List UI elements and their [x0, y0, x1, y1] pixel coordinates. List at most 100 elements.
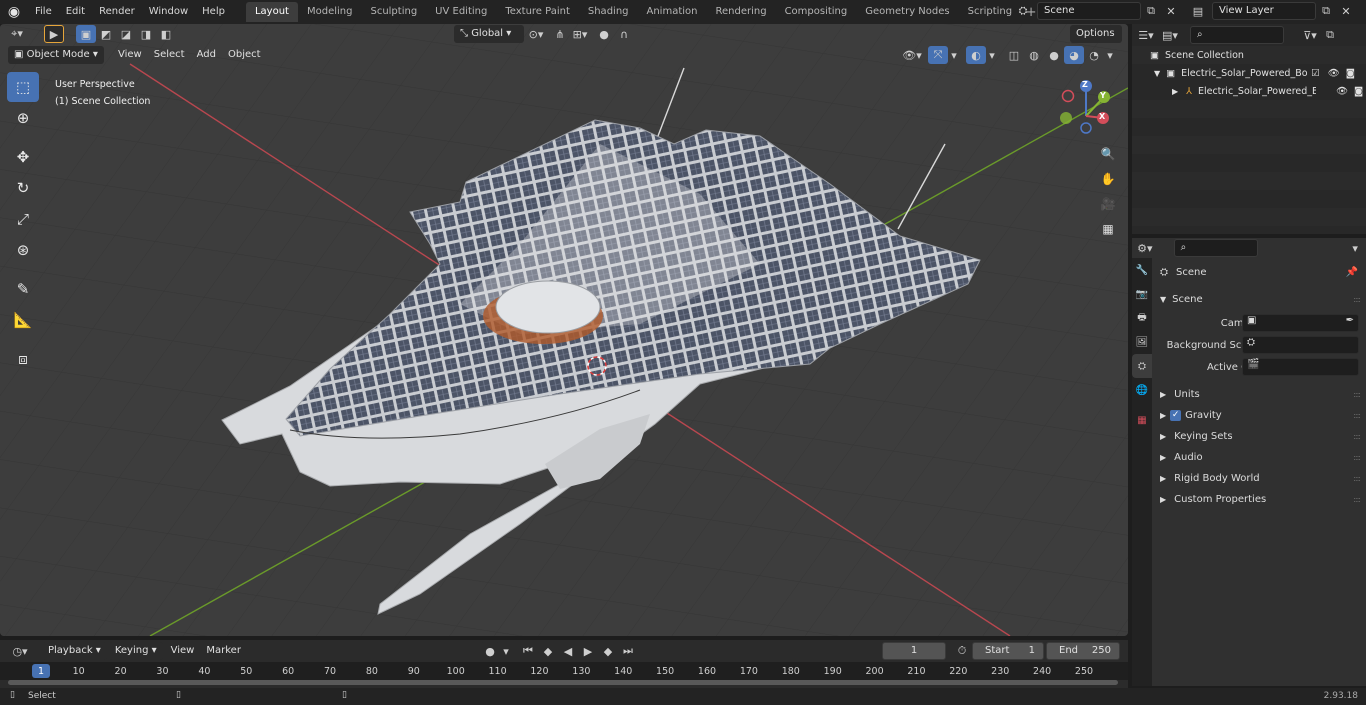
include-checkbox-icon[interactable]: ☑	[1311, 68, 1320, 79]
expand-arrow-icon[interactable]: ▶	[1172, 87, 1178, 96]
display-mode-icon[interactable]: ▤▾	[1160, 26, 1180, 44]
gizmo-z-label[interactable]: Z	[1082, 80, 1088, 89]
move-tool-icon[interactable]: ✥	[7, 142, 39, 172]
tab-rendering[interactable]: Rendering	[706, 2, 775, 22]
drag-handle-icon[interactable]: ::::	[1353, 411, 1361, 420]
pivot-point-icon[interactable]: ⊙▾	[526, 25, 546, 43]
playback-menu[interactable]: Playback ▾	[42, 642, 107, 660]
outliner-row-boat-object[interactable]: ▶ ⅄ Electric_Solar_Powered_E 👁 ◙	[1132, 82, 1366, 100]
proportional-editing-icon[interactable]: ●	[594, 25, 614, 43]
view-layer-field[interactable]: View Layer	[1212, 2, 1316, 20]
add-cube-tool-icon[interactable]: ⧈	[7, 344, 39, 374]
tab-world-icon[interactable]: 🌐	[1132, 378, 1152, 402]
keying-sets-panel-header[interactable]: ▶ Keying Sets ::::	[1154, 426, 1364, 446]
object-render-camera-icon[interactable]: ◙	[1354, 86, 1363, 97]
gravity-panel-header[interactable]: ▶ ✓ Gravity ::::	[1154, 405, 1364, 425]
menu-window[interactable]: Window	[142, 2, 195, 22]
prev-keyframe-icon[interactable]: ◆	[538, 642, 558, 660]
transform-orientation-dropdown[interactable]: ⤡ Global ▾	[454, 25, 524, 43]
selection-new-icon[interactable]: ▣	[76, 25, 96, 43]
outliner-search-input[interactable]: ⌕	[1190, 26, 1284, 44]
scale-tool-icon[interactable]: ⤢	[7, 204, 39, 234]
scene-name-field[interactable]: Scene	[1037, 2, 1141, 20]
menu-edit[interactable]: Edit	[59, 2, 92, 22]
record-keyframe-icon[interactable]: ●	[480, 642, 500, 660]
timeline-menu-marker[interactable]: Marker	[200, 642, 247, 660]
timeline-scrollbar[interactable]	[8, 680, 1118, 685]
selection-subtract-icon[interactable]: ◪	[116, 25, 136, 43]
custom-properties-panel-header[interactable]: ▶ Custom Properties ::::	[1154, 489, 1364, 509]
play-icon[interactable]: ▶	[578, 642, 598, 660]
new-collection-icon[interactable]: ⧉	[1320, 26, 1340, 44]
end-frame-field[interactable]: End 250	[1046, 642, 1120, 660]
camera-view-icon[interactable]: 🎥	[1096, 192, 1120, 216]
selection-extend-icon[interactable]: ◩	[96, 25, 116, 43]
stopwatch-icon[interactable]: ⏱	[952, 642, 972, 660]
current-frame-field[interactable]: 1	[882, 642, 946, 660]
camera-field[interactable]: ▣ ✒	[1242, 314, 1359, 332]
drag-handle-icon[interactable]: ::::	[1353, 474, 1361, 483]
tab-compositing[interactable]: Compositing	[776, 2, 857, 22]
gizmo-x-label[interactable]: X	[1099, 112, 1105, 121]
auto-keying-dropdown-icon[interactable]: ▾	[500, 642, 512, 660]
shading-material-icon[interactable]: ◕	[1064, 46, 1084, 64]
pin-icon[interactable]: 📌	[1346, 267, 1358, 278]
tab-animation[interactable]: Animation	[638, 2, 707, 22]
play-reverse-icon[interactable]: ◀	[558, 642, 578, 660]
selection-intersect-icon[interactable]: ◧	[156, 25, 176, 43]
menu-file[interactable]: File	[28, 2, 59, 22]
overlays-icon[interactable]: ◐	[966, 46, 986, 64]
tab-output-icon[interactable]: 🖶	[1132, 306, 1152, 330]
expand-chevron-icon[interactable]: ▼	[1154, 69, 1160, 78]
overlays-dropdown-icon[interactable]: ▾	[986, 46, 998, 64]
drag-handle-icon[interactable]: ::::	[1353, 432, 1361, 441]
new-scene-icon[interactable]: ⧉	[1141, 2, 1161, 20]
outliner-row-scene-collection[interactable]: ▣ Scene Collection	[1132, 46, 1366, 64]
menu-render[interactable]: Render	[92, 2, 142, 22]
shading-rendered-icon[interactable]: ◔	[1084, 46, 1104, 64]
properties-options-icon[interactable]: ▾	[1346, 239, 1364, 257]
tab-texture-paint[interactable]: Texture Paint	[496, 2, 579, 22]
shading-solid-icon[interactable]: ●	[1044, 46, 1064, 64]
viewport-menu-select[interactable]: Select	[148, 46, 191, 64]
zoom-icon[interactable]: 🔍	[1096, 142, 1120, 166]
tab-scene-icon[interactable]: ⛭	[1132, 354, 1152, 378]
rigid-body-world-panel-header[interactable]: ▶ Rigid Body World ::::	[1154, 468, 1364, 488]
cursor-tool-icon[interactable]: ⊕	[7, 103, 39, 133]
gravity-checkbox[interactable]: ✓	[1170, 409, 1182, 421]
units-panel-header[interactable]: ▶ Units ::::	[1154, 384, 1364, 404]
viewport-menu-object[interactable]: Object	[222, 46, 267, 64]
properties-editor-type-icon[interactable]: ⚙▾	[1136, 239, 1154, 257]
audio-panel-header[interactable]: ▶ Audio ::::	[1154, 447, 1364, 467]
delete-scene-icon[interactable]: ✕	[1161, 2, 1181, 20]
next-keyframe-icon[interactable]: ◆	[598, 642, 618, 660]
timeline-menu-view[interactable]: View	[165, 642, 201, 660]
options-dropdown[interactable]: Options ▾	[1070, 25, 1122, 57]
proportional-falloff-icon[interactable]: ∩	[614, 25, 634, 43]
timeline-editor-type-icon[interactable]: ◷▾	[6, 642, 34, 660]
select-mode-box-icon[interactable]: ▶	[44, 25, 64, 43]
jump-start-icon[interactable]: ⏮	[518, 642, 538, 660]
measure-tool-icon[interactable]: 📐	[7, 305, 39, 335]
tab-view-layer-icon[interactable]: 🖼	[1132, 330, 1152, 354]
tab-shading[interactable]: Shading	[579, 2, 638, 22]
object-mode-dropdown[interactable]: ▣ Object Mode ▾	[8, 46, 104, 64]
drag-handle-icon[interactable]: ::::	[1353, 390, 1361, 399]
keying-menu[interactable]: Keying ▾	[108, 642, 163, 660]
snap-icon[interactable]: ⋔	[550, 25, 570, 43]
filter-icon[interactable]: ⊽▾	[1300, 26, 1320, 44]
drag-handle-icon[interactable]: ::::	[1353, 295, 1361, 304]
eyedropper-icon[interactable]: ✒	[1346, 315, 1354, 326]
start-frame-field[interactable]: Start 1	[972, 642, 1044, 660]
delete-view-layer-icon[interactable]: ✕	[1336, 2, 1356, 20]
gizmo-y-label[interactable]: Y	[1100, 91, 1106, 100]
tab-texture-icon[interactable]: ▦	[1132, 408, 1152, 432]
outliner-editor-type-icon[interactable]: ☰▾	[1136, 26, 1156, 44]
active-clip-field[interactable]: 🎬	[1242, 358, 1359, 376]
tab-uv-editing[interactable]: UV Editing	[426, 2, 496, 22]
snap-target-icon[interactable]: ⊞▾	[570, 25, 590, 43]
jump-end-icon[interactable]: ⏭	[618, 642, 638, 660]
selection-invert-icon[interactable]: ◨	[136, 25, 156, 43]
tab-render-icon[interactable]: 📷	[1132, 282, 1152, 306]
scene-selector-icon[interactable]: ⛭	[1013, 2, 1033, 20]
